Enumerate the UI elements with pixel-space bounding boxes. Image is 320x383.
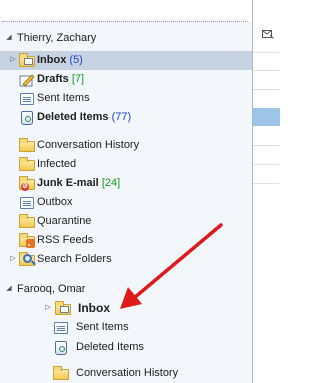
account-name: Farooq, Omar: [17, 283, 86, 295]
folder-rss-feeds[interactable]: RSS Feeds: [0, 231, 252, 250]
draft-count: [7]: [71, 73, 85, 85]
folder-label: Conversation History: [76, 367, 179, 379]
inbox-icon: [19, 53, 35, 68]
account-header-thierry[interactable]: ◢ Thierry, Zachary: [0, 29, 252, 48]
folder-deleted-items[interactable]: Deleted Items (77): [0, 108, 252, 127]
unread-count: (5): [69, 54, 83, 66]
folder-label: RSS Feeds: [37, 234, 94, 246]
message-row-divider: [253, 164, 280, 165]
expand-arrow-icon[interactable]: ▷: [9, 56, 17, 64]
folder-label: Quarantine: [37, 215, 92, 227]
message-list-edge[interactable]: [253, 0, 280, 383]
folder-label: Conversation History: [37, 139, 140, 151]
sent-items-icon: [53, 320, 69, 335]
inbox-icon: [55, 301, 71, 316]
folder-junk-email[interactable]: ⊘ Junk E-mail [24]: [0, 174, 252, 193]
folder-label: Sent Items: [37, 92, 90, 104]
pane-separator: [2, 21, 248, 22]
folder-icon: [53, 366, 69, 381]
sent-items-icon: [19, 91, 35, 106]
folder-inbox[interactable]: ▷ Inbox: [0, 299, 252, 318]
folder-label: Search Folders: [37, 253, 112, 265]
folder-infected[interactable]: Infected: [0, 155, 252, 174]
folder-label: Infected: [37, 158, 77, 170]
deleted-items-icon: [19, 110, 35, 125]
message-row-divider: [253, 70, 280, 71]
message-icon: [262, 30, 274, 39]
rss-feeds-icon: [19, 233, 35, 248]
folder-search-folders[interactable]: ▷ Search Folders: [0, 250, 252, 269]
message-row-divider: [253, 183, 280, 184]
selected-message-row[interactable]: [253, 108, 280, 126]
folder-label: Deleted Items: [37, 111, 109, 123]
message-row-divider: [253, 89, 280, 90]
folder-label: Inbox: [78, 301, 110, 315]
folder-label: Sent Items: [76, 321, 129, 333]
folder-inbox[interactable]: ▷ Inbox (5): [0, 51, 252, 70]
folder-label: Inbox: [37, 54, 67, 66]
folder-label: Outbox: [37, 196, 73, 208]
junk-count: [24]: [101, 177, 121, 189]
junk-email-icon: ⊘: [19, 176, 35, 191]
folder-icon: [19, 138, 35, 153]
folder-pane-header-space: [0, 0, 252, 22]
message-row-divider: [253, 52, 280, 53]
deleted-items-icon: [53, 340, 69, 355]
folder-conversation-history[interactable]: Conversation History: [0, 364, 252, 383]
unread-count: (77): [111, 111, 132, 123]
folder-quarantine[interactable]: Quarantine: [0, 212, 252, 231]
folder-drafts[interactable]: Drafts [7]: [0, 70, 252, 89]
folder-label: Junk E-mail: [37, 177, 99, 189]
drafts-icon: [19, 72, 35, 87]
folder-label: Drafts: [37, 73, 69, 85]
account-name: Thierry, Zachary: [17, 32, 97, 44]
folder-pane: ◢ Thierry, Zachary ▷ Inbox (5) Drafts [7…: [0, 0, 253, 383]
collapse-arrow-icon[interactable]: ◢: [5, 34, 13, 42]
folder-deleted-items[interactable]: Deleted Items: [0, 338, 252, 357]
collapse-arrow-icon[interactable]: ◢: [5, 285, 13, 293]
account-header-farooq[interactable]: ◢ Farooq, Omar: [0, 280, 252, 299]
folder-conversation-history[interactable]: Conversation History: [0, 136, 252, 155]
folder-outbox[interactable]: Outbox: [0, 193, 252, 212]
folder-sent-items[interactable]: Sent Items: [0, 89, 252, 108]
folder-icon: [19, 157, 35, 172]
folder-icon: [19, 214, 35, 229]
expand-arrow-icon[interactable]: ▷: [9, 255, 17, 263]
folder-sent-items[interactable]: Sent Items: [0, 318, 252, 337]
expand-arrow-icon[interactable]: ▷: [44, 304, 52, 312]
outbox-icon: [19, 195, 35, 210]
search-folders-icon: [19, 252, 35, 267]
message-row-divider: [253, 145, 280, 146]
folder-label: Deleted Items: [76, 341, 144, 353]
